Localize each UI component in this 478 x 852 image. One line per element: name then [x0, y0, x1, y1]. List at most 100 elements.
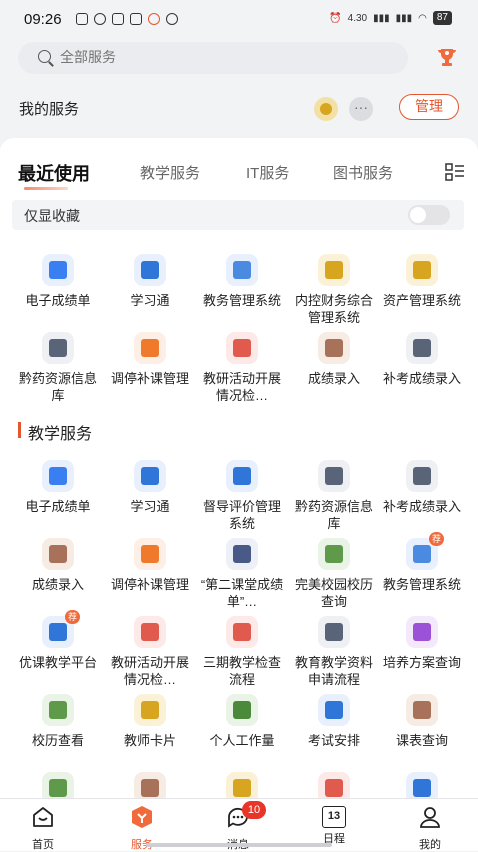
service-app[interactable]: “第二课堂成绩单”… [196, 538, 288, 610]
service-app[interactable]: 调停补课管理 [104, 332, 196, 387]
service-app[interactable]: 电子成绩单 [12, 460, 104, 515]
service-app-label: 教研活动开展情况检… [110, 655, 189, 687]
tab-library[interactable]: 图书服务 [333, 162, 393, 183]
video-learning-icon [134, 254, 166, 286]
service-app[interactable] [376, 772, 468, 798]
service-app-label: 电子成绩单 [25, 499, 91, 514]
service-glyph [141, 701, 159, 719]
tabbar-schedule[interactable]: 13 日程 [304, 805, 364, 846]
service-glyph [141, 623, 159, 641]
service-app[interactable]: 课表查询 [376, 694, 468, 749]
service-glyph [413, 261, 431, 279]
tab-it[interactable]: IT服务 [246, 162, 289, 183]
calendar-grid-icon [42, 772, 74, 798]
service-app[interactable]: 资产管理系统 [376, 254, 468, 309]
service-app[interactable]: 教育教学资料申请流程 [288, 616, 380, 688]
service-glyph [49, 261, 67, 279]
service-app-label: 督导评价管理系统 [202, 499, 281, 531]
service-app[interactable]: 电子成绩单 [12, 254, 104, 309]
more-icon[interactable]: ··· [349, 97, 373, 121]
service-app[interactable]: 三期教学检查流程 [196, 616, 288, 688]
service-app[interactable]: 补考成绩录入 [376, 460, 468, 515]
service-app-label: 内控财务综合管理系统 [294, 293, 373, 325]
form-doc-icon [226, 772, 258, 798]
id-card-icon [134, 616, 166, 648]
service-glyph [413, 545, 431, 563]
service-app[interactable]: 补考成绩录入 [376, 332, 468, 387]
service-app[interactable]: 教研活动开展情况检… [196, 332, 288, 404]
service-app[interactable] [104, 772, 196, 798]
notification-icon [166, 13, 178, 25]
service-glyph [233, 701, 251, 719]
calendar-clock-icon [134, 332, 166, 364]
service-glyph [325, 339, 343, 357]
service-glyph [141, 545, 159, 563]
service-app[interactable]: 督导评价管理系统 [196, 460, 288, 532]
services-panel: 最近使用 教学服务 IT服务 图书服务 仅显收藏 电子成绩单 学习通 教务管理系统内… [0, 138, 478, 798]
favorites-only-label: 仅显收藏 [24, 208, 80, 224]
manage-button[interactable]: 管理 [399, 94, 459, 120]
service-app[interactable]: 内控财务综合管理系统 [288, 254, 380, 326]
service-app[interactable] [196, 772, 288, 798]
teaching-section-label: 教学服务 [28, 426, 93, 443]
service-app-label: 成绩录入 [31, 577, 84, 592]
search-input[interactable] [58, 48, 362, 66]
grid-list-icon[interactable] [445, 163, 465, 181]
tab-teaching[interactable]: 教学服务 [140, 162, 200, 183]
service-app[interactable]: 培养方案查询 [376, 616, 468, 671]
service-glyph [325, 779, 343, 797]
tabbar-home[interactable]: 首页 [13, 805, 73, 852]
service-app[interactable]: 教务管理系统 [196, 254, 288, 309]
service-app[interactable]: 学习通 [104, 460, 196, 515]
service-app[interactable]: 成绩录入 [288, 332, 380, 387]
service-app-label: 黔药资源信息库 [294, 499, 373, 531]
service-app[interactable] [288, 772, 380, 798]
binders-icon [318, 460, 350, 492]
tabbar-profile[interactable]: 我的 [400, 805, 460, 852]
service-app-label: 优课教学平台 [18, 655, 97, 670]
notification-icon [76, 13, 88, 25]
service-app[interactable]: 荐优课教学平台 [12, 610, 104, 671]
service-app[interactable]: 学习通 [104, 254, 196, 309]
finance-coin-icon [318, 254, 350, 286]
service-app-label: 电子成绩单 [25, 293, 91, 308]
coin-service-icon[interactable] [314, 97, 338, 121]
recommend-badge: 荐 [428, 532, 444, 546]
favorites-only-toggle[interactable] [408, 205, 450, 225]
monitor-100-icon [318, 694, 350, 726]
id-card-icon [226, 332, 258, 364]
service-app[interactable]: 黔药资源信息库 [288, 460, 380, 532]
calendar-clock-icon [134, 538, 166, 570]
service-app[interactable]: 完美校园校历查询 [288, 538, 380, 610]
certificate-icon [318, 772, 350, 798]
ledger-icon [318, 332, 350, 364]
paper-plane-icon [226, 460, 258, 492]
search-row [0, 40, 478, 82]
service-app[interactable]: 教师卡片 [104, 694, 196, 749]
service-app[interactable]: 调停补课管理 [104, 538, 196, 593]
map-book-icon: 荐 [406, 532, 444, 570]
service-app[interactable]: 个人工作量 [196, 694, 288, 749]
plan-d-icon [406, 616, 438, 648]
profile-icon [420, 807, 440, 828]
service-app[interactable]: 成绩录入 [12, 538, 104, 593]
service-app-label: 培养方案查询 [382, 655, 461, 670]
service-app[interactable]: 黔药资源信息库 [12, 332, 104, 404]
search-bar[interactable] [18, 42, 408, 74]
service-app[interactable]: 荐教务管理系统 [376, 532, 468, 593]
recommend-badge: 荐 [64, 610, 80, 624]
ledger-icon [134, 772, 166, 798]
alarm-icon: ⏰ [329, 12, 342, 24]
service-app-label: “第二课堂成绩单”… [200, 577, 284, 609]
service-app[interactable]: 校历查看 [12, 694, 104, 749]
service-glyph [325, 261, 343, 279]
service-app-label: 学习通 [130, 293, 170, 308]
service-app[interactable]: 考试安排 [288, 694, 380, 749]
service-app[interactable] [12, 772, 104, 798]
trophy-icon[interactable] [436, 46, 458, 68]
service-app[interactable]: 教研活动开展情况检… [104, 616, 196, 688]
tab-recent[interactable]: 最近使用 [18, 160, 90, 186]
tab-indicator [24, 187, 68, 190]
edit-doc-icon [406, 460, 438, 492]
map-book-icon [226, 254, 258, 286]
